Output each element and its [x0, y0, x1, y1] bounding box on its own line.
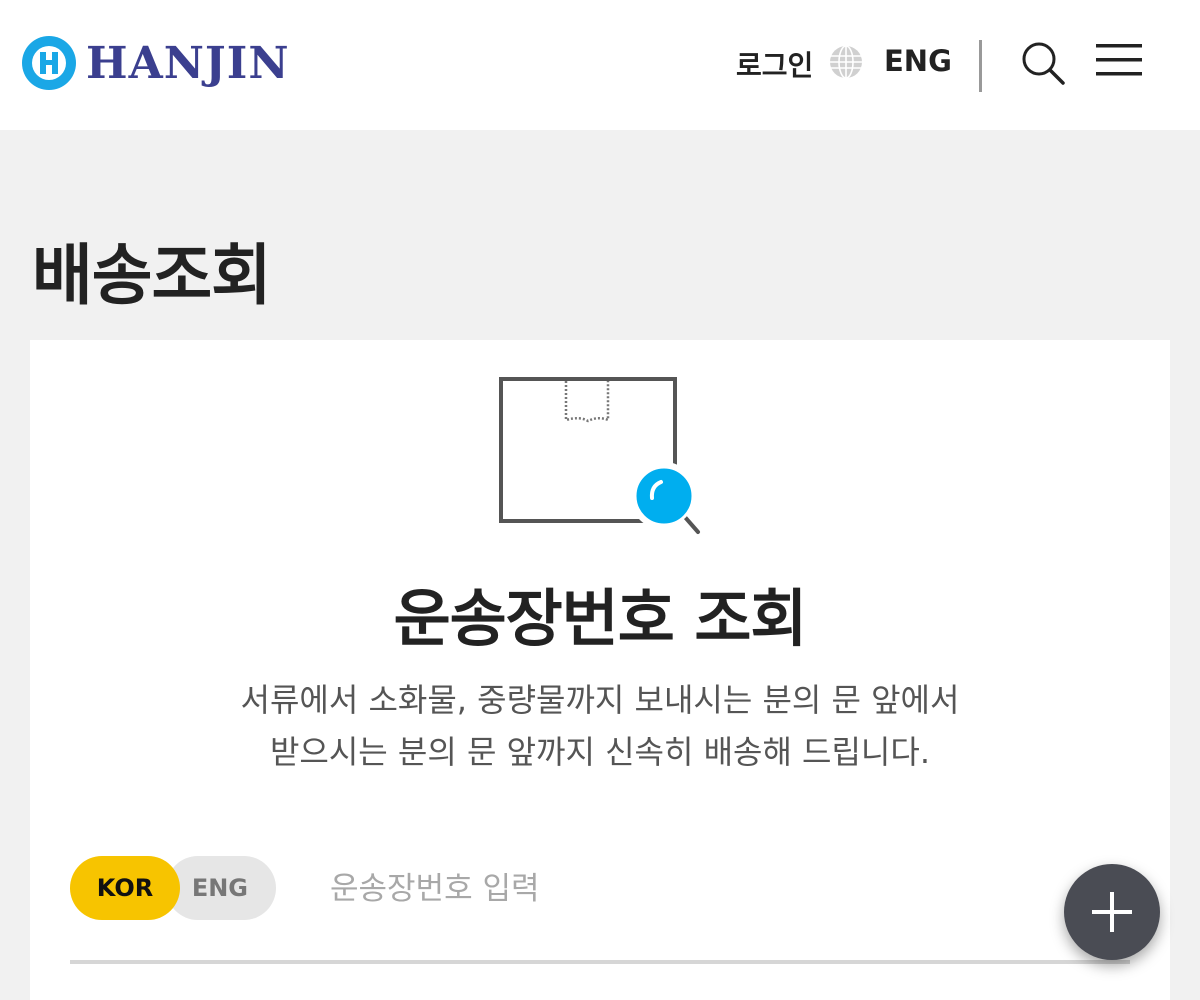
- site-header: HANJIN 로그인 ENG: [0, 0, 1200, 130]
- logo-text: HANJIN: [86, 37, 290, 89]
- search-icon[interactable]: [1020, 40, 1066, 86]
- language-toggle[interactable]: ENG KOR: [70, 856, 276, 920]
- lang-option-eng[interactable]: ENG: [166, 856, 276, 920]
- lang-option-kor[interactable]: KOR: [70, 856, 180, 920]
- description-line-1: 서류에서 소화물, 중량물까지 보내시는 분의 문 앞에서: [240, 681, 960, 719]
- floating-add-button[interactable]: [1064, 864, 1160, 960]
- input-underline: [70, 960, 1130, 964]
- header-divider: [979, 40, 982, 92]
- page-title: 배송조회: [32, 237, 272, 314]
- hanjin-logo-icon: [22, 36, 76, 90]
- box-search-icon: [499, 377, 700, 534]
- waybill-number-input[interactable]: [330, 862, 1030, 916]
- description-line-2: 받으시는 분의 문 앞까지 신속히 배송해 드립니다.: [269, 733, 930, 771]
- tracking-card: 운송장번호 조회 서류에서 소화물, 중량물까지 보내시는 분의 문 앞에서 받…: [30, 340, 1170, 1000]
- globe-icon: [830, 45, 862, 79]
- card-title: 운송장번호 조회: [393, 582, 808, 655]
- card-description: 서류에서 소화물, 중량물까지 보내시는 분의 문 앞에서 받으시는 분의 문 …: [30, 674, 1170, 778]
- login-link[interactable]: 로그인: [736, 44, 813, 84]
- language-switch-link[interactable]: ENG: [884, 44, 952, 78]
- hanjin-logo[interactable]: HANJIN: [20, 34, 290, 92]
- plus-icon: [1092, 892, 1132, 932]
- hamburger-menu-icon[interactable]: [1096, 42, 1142, 78]
